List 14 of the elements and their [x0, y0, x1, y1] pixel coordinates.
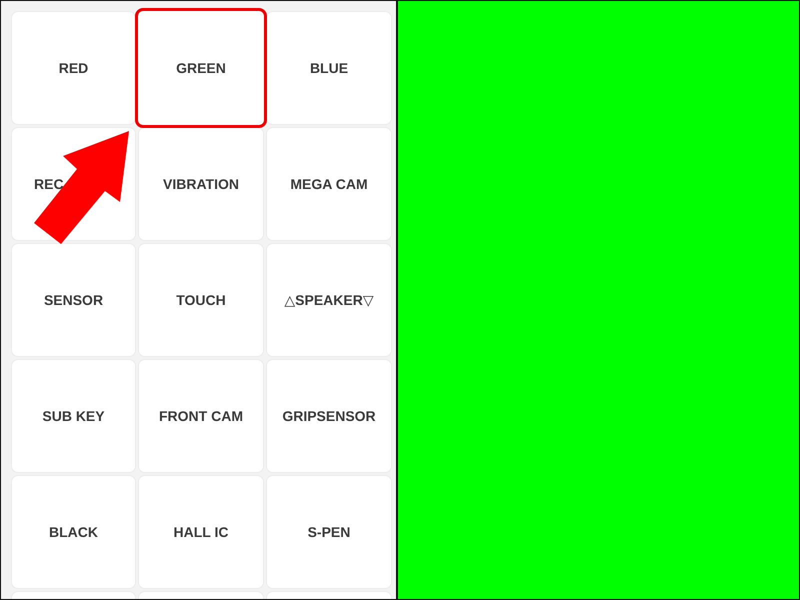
- test-menu-button[interactable]: BLUE: [266, 11, 392, 125]
- test-menu-button[interactable]: S-PEN: [266, 475, 392, 589]
- test-menu-button[interactable]: VIBRATION: [138, 127, 264, 241]
- test-menu-button[interactable]: GRIPSENSOR: [266, 359, 392, 473]
- test-menu-button[interactable]: RED: [11, 11, 136, 125]
- test-menu-button[interactable]: HALL IC: [138, 475, 264, 589]
- test-menu-button[interactable]: TOUCH: [138, 243, 264, 357]
- test-menu-button[interactable]: △SPEAKER▽: [266, 243, 392, 357]
- test-menu-button[interactable]: SUB KEY: [11, 359, 136, 473]
- test-menu-button[interactable]: FRONT CAM: [138, 359, 264, 473]
- test-menu-button[interactable]: BLACK: [11, 475, 136, 589]
- test-menu-button[interactable]: SENSOR: [11, 243, 136, 357]
- test-menu-button[interactable]: GREEN: [135, 8, 267, 128]
- test-menu-button[interactable]: MEGA CAM: [266, 127, 392, 241]
